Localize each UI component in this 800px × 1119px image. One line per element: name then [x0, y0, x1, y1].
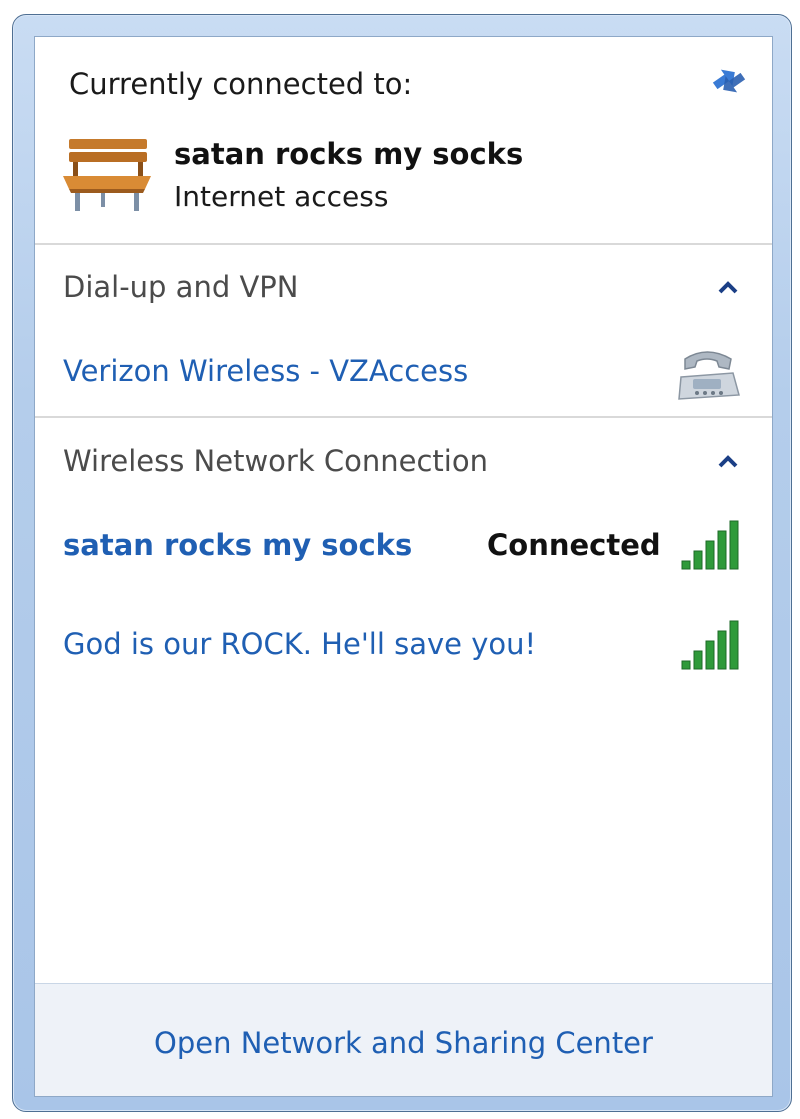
chevron-up-icon[interactable]	[717, 279, 739, 295]
currently-connected-heading: Currently connected to:	[69, 67, 413, 101]
bench-icon	[61, 133, 153, 215]
divider	[35, 243, 772, 245]
divider	[35, 416, 772, 418]
section-title-wireless: Wireless Network Connection	[63, 444, 488, 478]
connection-status-label: Connected	[487, 528, 661, 562]
signal-strength-icon	[681, 519, 743, 571]
refresh-icon[interactable]	[707, 55, 751, 99]
signal-strength-icon	[681, 619, 743, 671]
dialup-item-verizon[interactable]: Verizon Wireless - VZAccess	[63, 354, 468, 388]
chevron-up-icon[interactable]	[717, 453, 739, 469]
wifi-network-item-1[interactable]: satan rocks my socks	[63, 528, 412, 562]
network-flyout-panel: Currently connected to: satan rocks my s…	[34, 36, 773, 1097]
section-title-dialup-vpn: Dial-up and VPN	[63, 270, 299, 304]
current-network-status: Internet access	[174, 180, 389, 213]
open-network-sharing-center-link[interactable]: Open Network and Sharing Center	[35, 1026, 772, 1060]
current-network-name: satan rocks my socks	[174, 137, 524, 171]
telephone-icon	[675, 347, 741, 403]
flyout-footer: Open Network and Sharing Center	[35, 983, 772, 1096]
wifi-network-item-2[interactable]: God is our ROCK. He'll save you!	[63, 627, 536, 661]
